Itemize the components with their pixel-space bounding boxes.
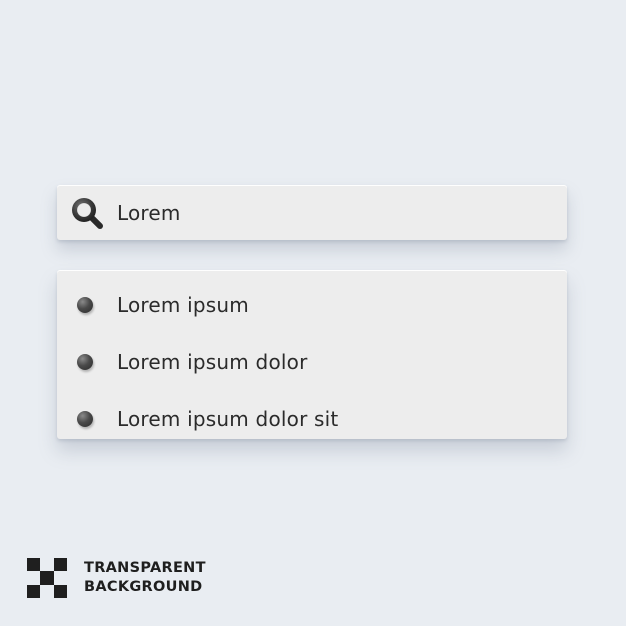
badge-text: TRANSPARENT BACKGROUND bbox=[84, 559, 206, 597]
suggestions-list: Lorem ipsum Lorem ipsum dolor Lorem ipsu… bbox=[57, 270, 567, 439]
search-bar[interactable]: Lorem bbox=[57, 185, 567, 240]
canvas: Lorem Lorem ipsum Lorem ipsum dolor Lore… bbox=[0, 0, 626, 626]
list-item-label: Lorem ipsum bbox=[117, 292, 249, 317]
transparent-background-badge: TRANSPARENT BACKGROUND bbox=[27, 558, 206, 598]
list-item-label: Lorem ipsum dolor bbox=[117, 349, 308, 374]
checkerboard-icon bbox=[27, 558, 67, 598]
search-icon[interactable] bbox=[67, 193, 107, 233]
bullet-icon bbox=[77, 410, 93, 427]
list-item[interactable]: Lorem ipsum dolor bbox=[57, 333, 567, 390]
badge-line-2: BACKGROUND bbox=[84, 579, 203, 595]
list-item-label: Lorem ipsum dolor sit bbox=[117, 406, 339, 431]
badge-line-1: TRANSPARENT bbox=[84, 560, 206, 576]
list-item[interactable]: Lorem ipsum dolor sit bbox=[57, 390, 567, 447]
bullet-icon bbox=[77, 353, 93, 370]
list-item[interactable]: Lorem ipsum bbox=[57, 276, 567, 333]
search-input[interactable]: Lorem bbox=[117, 201, 181, 225]
bullet-icon bbox=[77, 296, 93, 313]
